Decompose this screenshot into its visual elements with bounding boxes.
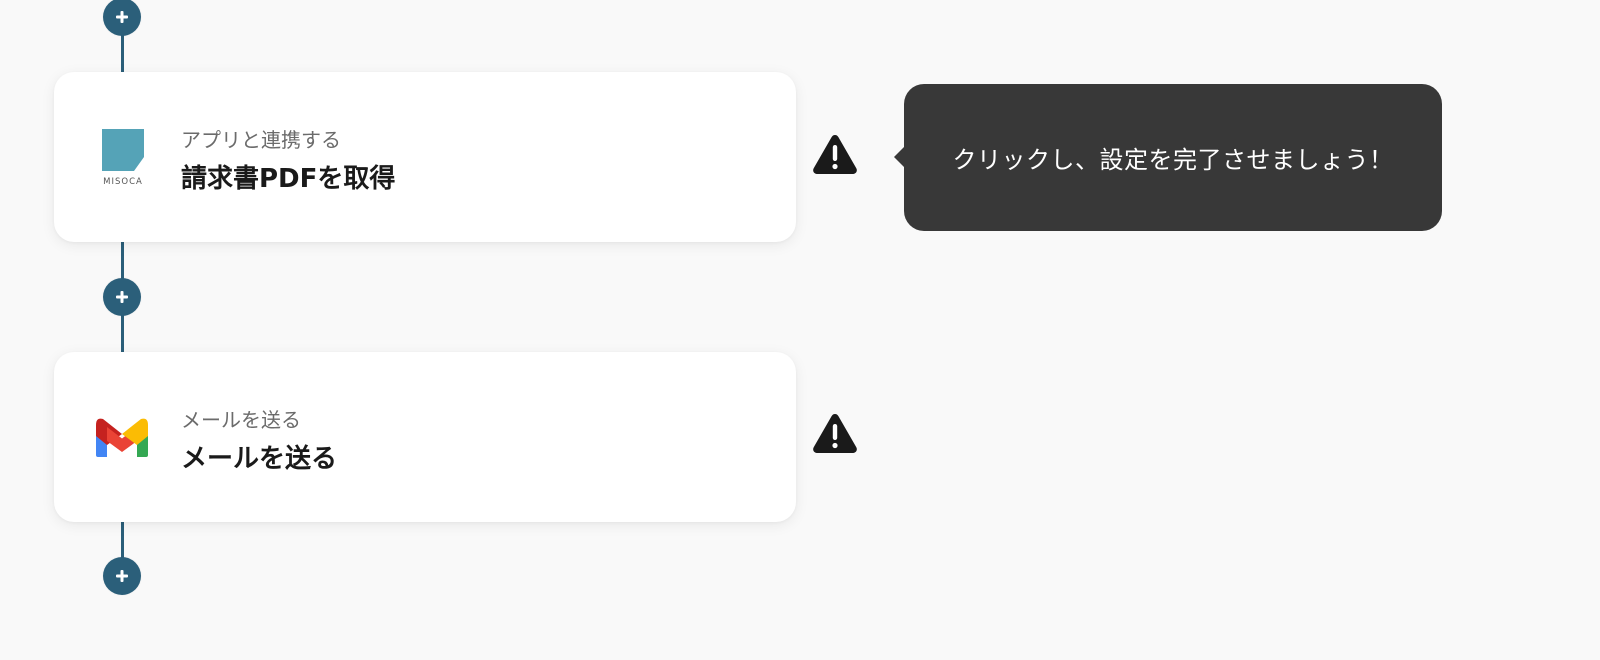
plus-icon bbox=[116, 570, 128, 582]
misoca-logo-icon: MISOCA bbox=[94, 127, 150, 187]
plus-icon bbox=[116, 11, 128, 23]
tooltip-text: クリックし、設定を完了させましょう！ bbox=[952, 146, 1394, 174]
plus-icon bbox=[116, 291, 128, 303]
add-step-button[interactable] bbox=[103, 557, 141, 595]
warning-triangle-icon bbox=[811, 132, 859, 176]
misoca-logo-text: MISOCA bbox=[103, 177, 143, 187]
flow-step-card[interactable]: メールを送る メールを送る bbox=[54, 352, 796, 522]
warning-triangle-icon bbox=[811, 411, 859, 455]
step-title: 請求書PDFを取得 bbox=[181, 164, 396, 194]
step-subtitle: アプリと連携する bbox=[181, 128, 341, 152]
step-subtitle: メールを送る bbox=[181, 408, 301, 432]
step-title: メールを送る bbox=[181, 444, 338, 474]
gmail-logo-icon bbox=[94, 407, 150, 467]
setup-tooltip: クリックし、設定を完了させましょう！ bbox=[894, 84, 1442, 231]
add-step-button[interactable] bbox=[103, 278, 141, 316]
flow-step-card[interactable]: MISOCA アプリと連携する 請求書PDFを取得 bbox=[54, 72, 796, 242]
add-step-button[interactable] bbox=[103, 0, 141, 36]
